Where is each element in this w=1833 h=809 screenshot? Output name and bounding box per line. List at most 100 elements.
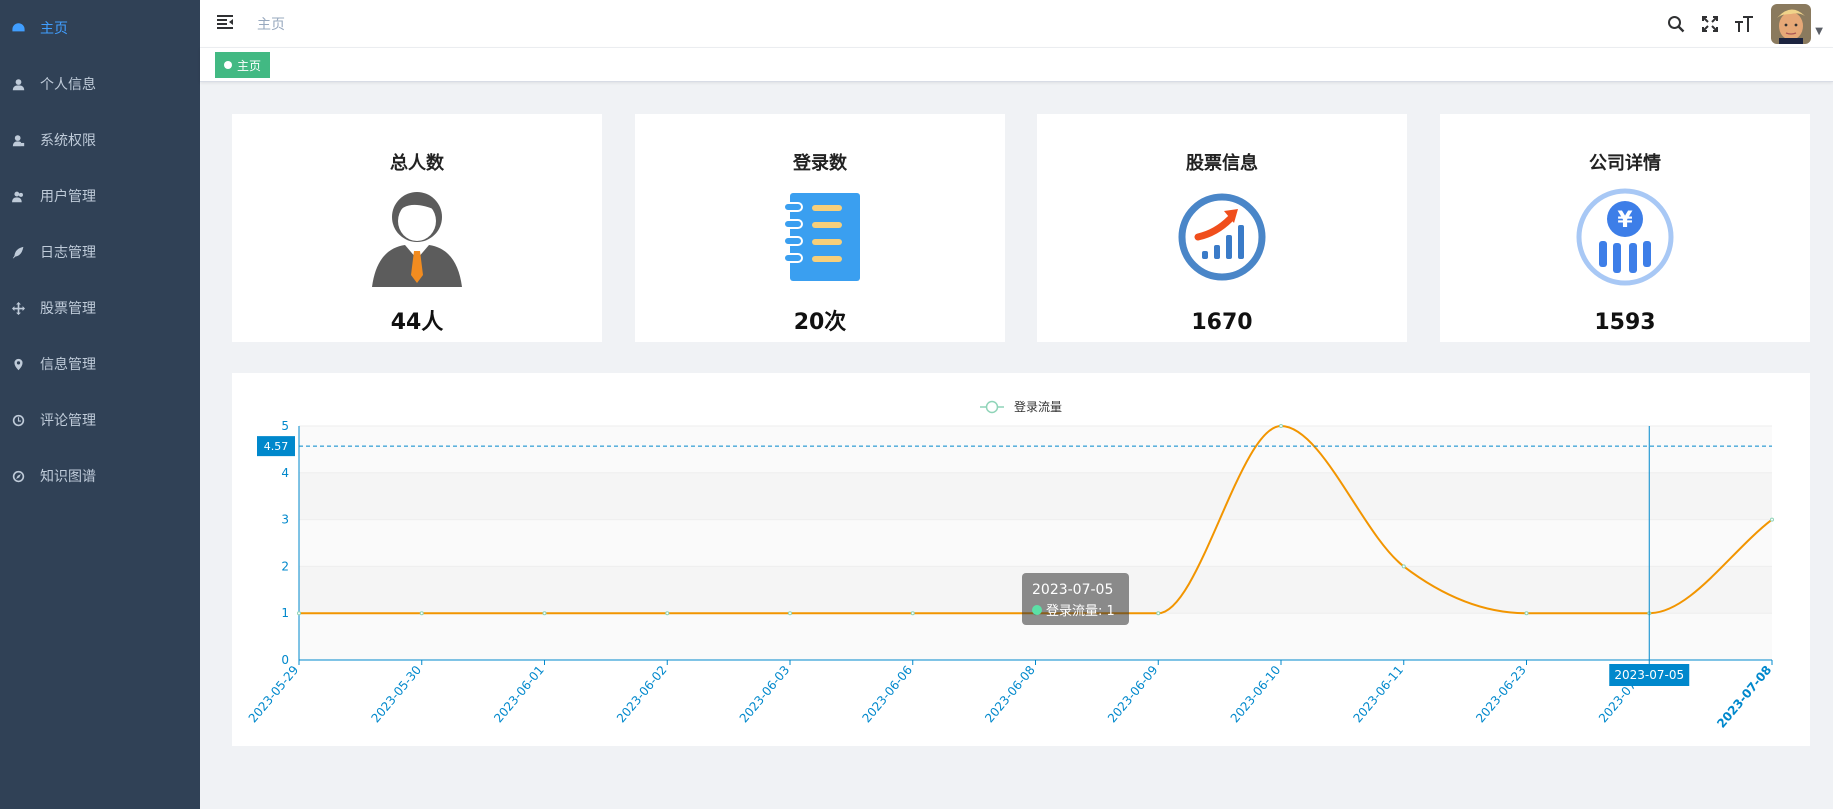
sidebar-item-label: 日志管理: [40, 245, 96, 261]
data-point: [542, 611, 547, 616]
y-tick-label: 2: [281, 559, 289, 573]
sidebar-item-6[interactable]: 信息管理: [0, 336, 200, 392]
svg-text:¥: ¥: [1617, 208, 1633, 233]
move-icon: [10, 300, 26, 316]
chart-svg: 0123452023-05-29 2023-05-30 2023-06-01 2023…: [246, 399, 1775, 731]
card-value: 20次: [793, 310, 847, 335]
sidebar-item-7[interactable]: 评论管理: [0, 392, 200, 448]
sidebar-item-label: 评论管理: [40, 413, 96, 429]
grid-band: [299, 519, 1772, 567]
data-point: [1156, 611, 1161, 616]
x-tick-label: 2023-06-06: [859, 663, 915, 725]
y-tick-label: 5: [281, 419, 289, 433]
crosshair-x-label: 2023-07-05: [1614, 668, 1684, 682]
location-icon: [10, 356, 26, 372]
tags-view: 主页: [200, 48, 1833, 82]
tooltip-marker: [1032, 605, 1042, 615]
sidebar-item-5[interactable]: 股票管理: [0, 280, 200, 336]
clock-icon: [10, 412, 26, 428]
card-title: 股票信息: [1186, 153, 1258, 174]
card-title: 登录数: [793, 153, 847, 174]
sidebar-item-label: 系统权限: [40, 133, 96, 149]
users-icon: [10, 188, 26, 204]
sidebar-item-label: 主页: [40, 21, 68, 37]
user-lock-icon: [10, 132, 26, 148]
tag-label: 主页: [237, 58, 262, 73]
fullscreen-icon[interactable]: [1699, 13, 1721, 35]
tag-dot: [224, 61, 232, 69]
data-point: [665, 611, 670, 616]
card-value: 1670: [1191, 310, 1253, 335]
x-tick-label: 2023-05-29: [246, 663, 302, 725]
user-icon: [10, 76, 26, 92]
sidebar-item-label: 股票管理: [40, 301, 96, 317]
data-point: [1401, 564, 1406, 569]
y-tick-label: 1: [281, 606, 289, 620]
login-traffic-chart: 0 1 2 3 4 5 2023-05-29 2023-05-30 2023-06-01 2023…: [232, 373, 1810, 746]
grid-band: [299, 472, 1772, 520]
sidebar-item-label: 知识图谱: [40, 469, 96, 485]
feather-icon: [10, 244, 26, 260]
breadcrumb: 主页: [257, 17, 285, 33]
sidebar-item-label: 信息管理: [40, 357, 96, 373]
sidebar-item-8[interactable]: 知识图谱: [0, 448, 200, 504]
data-point: [1770, 517, 1774, 522]
legend-label: 登录流量: [1014, 399, 1062, 414]
card-stock-info: 股票信息 1670: [1037, 114, 1407, 342]
sidebar-item-0[interactable]: 主页: [0, 0, 200, 56]
legend-marker: [985, 400, 999, 414]
x-tick-label: 2023-05-30: [368, 663, 424, 725]
tooltip-series-name: 登录流量: [1046, 604, 1098, 619]
notebook-icon: [770, 187, 870, 287]
compass-icon: [10, 468, 26, 484]
tag-home[interactable]: 主页: [215, 52, 271, 78]
dashboard-icon: [10, 20, 26, 36]
font-size-icon[interactable]: [1733, 13, 1755, 35]
tooltip-separator: :: [1098, 604, 1107, 619]
tooltip-series: 登录流量: 1: [1046, 604, 1115, 619]
data-point: [419, 611, 424, 616]
caret-down-icon[interactable]: ▼: [1815, 26, 1823, 37]
card-value: 1593: [1594, 310, 1656, 335]
x-tick-label: 2023-06-01: [491, 663, 547, 725]
x-tick-label: 2023-06-08: [982, 663, 1038, 725]
card-logins: 登录数 20次: [635, 114, 1005, 342]
tooltip-title: 2023-07-05: [1032, 582, 1113, 598]
y-tick-label: 3: [281, 513, 289, 527]
data-point: [788, 611, 792, 616]
crosshair-y-label: 4.57: [264, 440, 289, 453]
sidebar-item-4[interactable]: 日志管理: [0, 224, 200, 280]
y-tick-label: 4: [281, 466, 289, 480]
sidebar: 主页个人信息系统权限用户管理日志管理股票管理信息管理评论管理知识图谱: [0, 0, 200, 809]
card-title: 总人数: [390, 153, 444, 174]
search-icon[interactable]: [1665, 13, 1687, 35]
avatar[interactable]: [1771, 4, 1812, 44]
card-value: 44人: [390, 310, 444, 335]
grid-band: [299, 426, 1772, 473]
hamburger-icon[interactable]: [216, 13, 234, 31]
x-tick-label: 2023-07-08: [1714, 663, 1774, 731]
tooltip-value: 1: [1107, 604, 1115, 619]
data-point: [297, 611, 301, 616]
x-tick-label: 2023-06-03: [737, 663, 793, 725]
x-tick-label: 2023-06-09: [1105, 663, 1161, 725]
person-icon: [367, 187, 467, 287]
avatar-dropdown[interactable]: ▼: [1771, 4, 1823, 44]
x-tick-label: 2023-06-11: [1350, 663, 1406, 725]
data-point: [910, 611, 915, 616]
sidebar-item-2[interactable]: 系统权限: [0, 112, 200, 168]
sidebar-item-1[interactable]: 个人信息: [0, 56, 200, 112]
x-tick-label: 2023-06-10: [1228, 663, 1284, 725]
yuan-chart-icon: ¥: [1575, 187, 1675, 287]
card-title: 公司详情: [1589, 153, 1661, 174]
stock-chart-icon: [1172, 187, 1272, 287]
data-point: [1524, 611, 1529, 616]
card-company-details: 公司详情 ¥ 1593: [1440, 114, 1810, 342]
sidebar-item-label: 用户管理: [40, 189, 96, 205]
x-tick-label: 2023-06-23: [1473, 663, 1529, 725]
x-tick-label: 2023-06-02: [614, 663, 670, 725]
sidebar-item-label: 个人信息: [40, 77, 96, 93]
sidebar-item-3[interactable]: 用户管理: [0, 168, 200, 224]
navbar: 主页 ▼: [200, 0, 1833, 48]
data-point: [1279, 424, 1283, 428]
